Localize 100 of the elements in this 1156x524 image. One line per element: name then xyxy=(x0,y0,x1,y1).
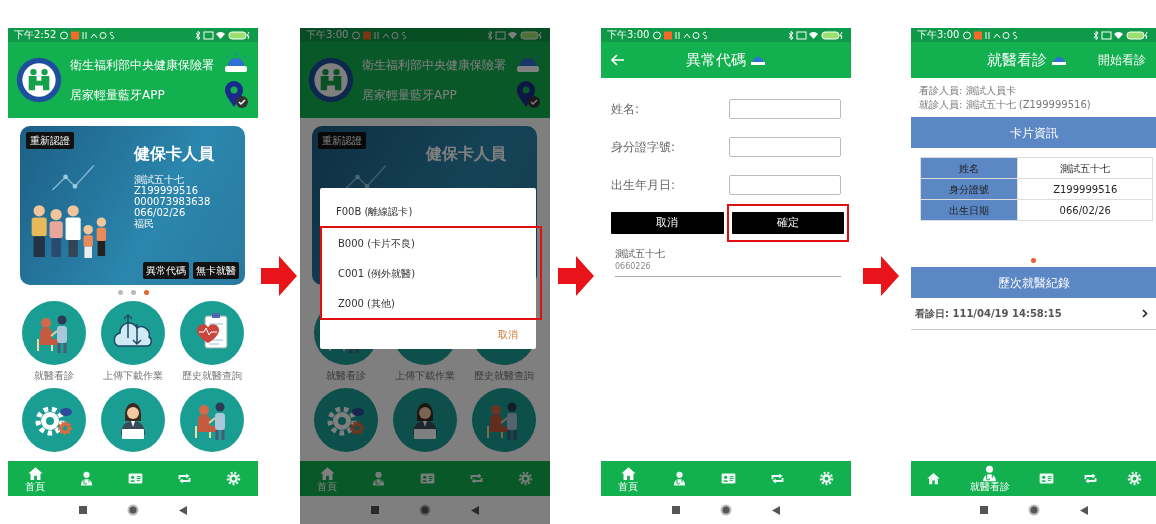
home-icon xyxy=(318,465,336,482)
nav-tab[interactable] xyxy=(1082,471,1098,486)
nav-tab[interactable] xyxy=(721,471,736,486)
recents-button-icon[interactable] xyxy=(979,506,988,514)
input-field[interactable] xyxy=(729,175,841,195)
id-card-icon xyxy=(1038,471,1054,486)
id-card-icon xyxy=(128,471,143,486)
settings-icon xyxy=(819,471,834,486)
agency-title: 衛生福利部中央健康保險署 xyxy=(362,57,506,72)
reauth-badge[interactable]: 重新認證 xyxy=(26,132,74,149)
history-record[interactable]: 看診日: 111/04/19 14:58:15 xyxy=(911,298,1156,330)
location-pin-check-icon xyxy=(515,81,541,109)
system-status-icons-drawing xyxy=(1092,30,1150,40)
section-header: 卡片資訊 xyxy=(911,117,1156,148)
dialog-option[interactable]: B000 (卡片不良) xyxy=(322,228,540,258)
home-icon xyxy=(925,471,941,486)
app-subtitle: 居家輕量藍牙APP xyxy=(70,88,166,103)
notification-icons-drawing xyxy=(963,30,1020,40)
notification-icons-drawing xyxy=(653,30,710,40)
card-action-button[interactable]: 異常代碼 xyxy=(143,262,189,279)
notification-icons-drawing xyxy=(352,30,409,40)
doctor-icon xyxy=(371,471,386,486)
card-action-button[interactable]: 無卡就醫 xyxy=(193,262,239,279)
nav-tab[interactable] xyxy=(128,471,143,486)
table-cell: 測試五十七 xyxy=(1017,157,1153,179)
nav-tab[interactable] xyxy=(79,471,94,486)
settings-icon xyxy=(518,471,533,486)
back-button-icon[interactable] xyxy=(772,505,780,515)
nav-tab[interactable] xyxy=(226,471,241,486)
table-cell: 066/02/26 xyxy=(1017,199,1153,221)
dialog-option[interactable]: F00B (離線認卡) xyxy=(320,196,536,226)
card-title: 健保卡人員 xyxy=(426,143,507,165)
dialog-option[interactable]: Z000 (其他) xyxy=(322,288,540,318)
health-insurance-logo-icon xyxy=(308,55,354,105)
back-button-icon[interactable] xyxy=(179,505,187,515)
doctor-icon xyxy=(672,471,687,486)
settings-icon xyxy=(226,471,241,486)
nav-tab[interactable] xyxy=(469,471,484,486)
nav-tab[interactable] xyxy=(371,471,386,486)
dialog-button[interactable]: 取消 xyxy=(611,212,724,234)
pointer-arrow xyxy=(863,256,899,296)
back-button-icon[interactable] xyxy=(1079,505,1088,515)
screen-title: 就醫看診 xyxy=(986,49,1047,71)
input-field[interactable] xyxy=(729,99,841,119)
status-time: 下午3:00 xyxy=(306,30,349,40)
home-button-icon[interactable] xyxy=(1027,504,1040,516)
nav-tab[interactable] xyxy=(672,471,687,486)
status-time: 下午3:00 xyxy=(917,30,960,40)
feature-label: 就醫看診 xyxy=(33,369,74,382)
screen-title: 異常代碼 xyxy=(686,49,746,71)
nav-tab[interactable] xyxy=(819,471,834,486)
reauth-badge[interactable]: 重新認證 xyxy=(318,132,366,149)
home-button-icon[interactable] xyxy=(127,504,139,516)
nav-tab[interactable] xyxy=(420,471,435,486)
sync-arrows-icon xyxy=(177,471,192,486)
feature-label: 上傳下載作業 xyxy=(103,369,163,382)
nav-tab[interactable] xyxy=(925,471,941,486)
nav-tab[interactable] xyxy=(177,471,192,486)
sync-arrows-icon xyxy=(770,471,785,486)
back-arrow-icon[interactable] xyxy=(611,54,625,66)
settings-icon xyxy=(1126,471,1142,486)
table-header-cell: 姓名 xyxy=(920,157,1018,179)
chevron-right-icon xyxy=(1142,309,1148,318)
result-birthdate: 0660226 xyxy=(615,261,652,273)
sync-arrows-icon xyxy=(1082,471,1098,486)
location-pin-check-icon xyxy=(223,81,249,109)
feature-label: 歷史就醫查詢 xyxy=(182,369,243,382)
dialog-button[interactable]: 確定 xyxy=(731,212,844,234)
nav-tab[interactable] xyxy=(770,471,785,486)
home-button-icon[interactable] xyxy=(720,504,732,516)
table-header-cell: 出生日期 xyxy=(920,199,1018,221)
nav-tab[interactable] xyxy=(518,471,533,486)
warning-light-icon xyxy=(514,51,542,73)
home-icon xyxy=(26,465,44,482)
nav-tab[interactable] xyxy=(1038,471,1054,486)
system-status-icons-drawing xyxy=(787,30,845,40)
nav-tab[interactable] xyxy=(1126,471,1142,486)
result-name: 測試五十七 xyxy=(615,247,666,261)
table-header-cell: 身分證號 xyxy=(920,178,1018,200)
card-title: 健保卡人員 xyxy=(134,143,215,165)
home-button-icon[interactable] xyxy=(419,504,431,516)
info-text: 看診人員: 測試人員卡 xyxy=(919,84,1017,98)
card-info-text: Z199999516 xyxy=(134,185,200,196)
health-insurance-logo-icon xyxy=(16,55,62,105)
pointer-arrow xyxy=(557,256,594,296)
doctor-icon xyxy=(79,471,94,486)
id-card-icon xyxy=(420,471,435,486)
device-light-icon xyxy=(750,54,766,66)
status-time: 下午2:52 xyxy=(14,30,57,40)
card-info-text: 066/02/26 xyxy=(134,207,187,218)
agency-title: 衛生福利部中央健康保險署 xyxy=(70,57,214,72)
input-field[interactable] xyxy=(729,137,841,157)
sync-arrows-icon xyxy=(469,471,484,486)
field-label: 出生年月日: xyxy=(611,177,677,194)
dialog-option[interactable]: C001 (例外就醫) xyxy=(322,258,540,288)
notification-icons-drawing xyxy=(60,30,117,40)
back-button-icon[interactable] xyxy=(471,505,479,515)
id-card-icon xyxy=(721,471,736,486)
warning-light-icon xyxy=(222,51,250,73)
cancel-button[interactable]: 取消 xyxy=(492,326,524,343)
